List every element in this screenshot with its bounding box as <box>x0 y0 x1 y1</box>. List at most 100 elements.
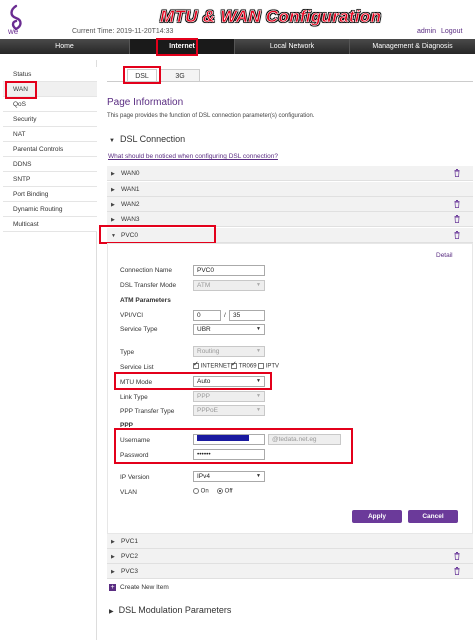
service-list-label: Service List <box>120 364 154 371</box>
ip-version-select[interactable]: IPv4 ▼ <box>193 471 265 482</box>
trash-icon[interactable] <box>454 231 460 239</box>
dropdown-arrow-icon: ▼ <box>256 407 261 413</box>
connection-name-label: Connection Name <box>120 267 173 274</box>
plus-icon: + <box>109 584 116 591</box>
sidebar-item-sntp[interactable]: SNTP <box>3 172 97 187</box>
dsl-mode-value: ATM <box>197 282 211 289</box>
sidebar-item-nat[interactable]: NAT <box>3 127 97 142</box>
main-nav: Home Internet Local Network Management &… <box>0 39 475 54</box>
wan-highlight-box <box>5 81 37 99</box>
sidebar-item-status[interactable]: Status <box>3 67 97 82</box>
list-row-pvc2[interactable]: ▶ PVC2 <box>107 549 473 564</box>
nav-local-network[interactable]: Local Network <box>235 39 350 54</box>
trash-icon[interactable] <box>454 567 460 575</box>
dsl-mode-label: DSL Transfer Mode <box>120 282 177 289</box>
nav-management[interactable]: Management & Diagnosis <box>350 39 475 54</box>
logo-text: we <box>8 27 19 36</box>
connection-name-input[interactable]: PVC0 <box>193 265 265 276</box>
list-row-wan1[interactable]: ▶ WAN1 <box>107 182 473 197</box>
detail-link[interactable]: Detail <box>436 252 453 259</box>
sidebar-item-multicast[interactable]: Multicast <box>3 217 97 232</box>
row-label: WAN0 <box>121 170 140 177</box>
link-type-value: PPP <box>197 393 211 400</box>
row-label: WAN2 <box>121 201 140 208</box>
caret-right-icon: ▶ <box>111 569 115 575</box>
atm-parameters-head: ATM Parameters <box>120 297 171 304</box>
radio-label: On <box>200 488 209 495</box>
dsl-mode-select[interactable]: ATM ▼ <box>193 280 265 291</box>
checkbox-empty-icon <box>258 363 264 369</box>
checkbox-label: INTERNET <box>200 363 231 370</box>
vlan-off-radio[interactable]: Off <box>217 488 233 495</box>
service-type-value: UBR <box>197 326 211 333</box>
type-label: Type <box>120 349 135 356</box>
dsl-tab-highlight-box <box>123 66 161 84</box>
link-type-select[interactable]: PPP ▼ <box>193 391 265 402</box>
list-row-pvc3[interactable]: ▶ PVC3 <box>107 564 473 579</box>
create-new-item-button[interactable]: + Create New Item <box>109 584 169 591</box>
type-select[interactable]: Routing ▼ <box>193 346 265 357</box>
expand-right-icon: ▶ <box>109 609 114 615</box>
apply-button[interactable]: Apply <box>352 510 402 523</box>
dsl-modulation-title: DSL Modulation Parameters <box>118 605 232 615</box>
trash-icon[interactable] <box>454 215 460 223</box>
sidebar-item-parental-controls[interactable]: Parental Controls <box>3 142 97 157</box>
dsl-connection-header[interactable]: ▼ DSL Connection <box>109 134 185 144</box>
checkbox-label: TR069 <box>238 363 257 370</box>
trash-icon[interactable] <box>454 169 460 177</box>
trash-icon[interactable] <box>454 200 460 208</box>
dropdown-arrow-icon: ▼ <box>256 326 261 332</box>
service-iptv-checkbox[interactable]: IPTV <box>258 363 279 370</box>
ppp-transfer-select[interactable]: PPPoE ▼ <box>193 405 265 416</box>
dsl-connection-title: DSL Connection <box>119 134 186 144</box>
dropdown-arrow-icon: ▼ <box>256 393 261 399</box>
caret-right-icon: ▶ <box>111 539 115 545</box>
service-type-label: Service Type <box>120 326 158 333</box>
list-row-wan2[interactable]: ▶ WAN2 <box>107 197 473 212</box>
vlan-on-radio[interactable]: On <box>193 488 209 495</box>
sidebar-item-security[interactable]: Security <box>3 112 97 127</box>
expand-down-icon: ▼ <box>109 138 115 144</box>
mtu-mode-highlight-box <box>114 372 272 390</box>
sidebar-item-ddns[interactable]: DDNS <box>3 157 97 172</box>
row-label: PVC1 <box>121 538 138 545</box>
radio-label: Off <box>224 488 233 495</box>
nav-home[interactable]: Home <box>0 39 130 54</box>
sidebar-item-dynamic-routing[interactable]: Dynamic Routing <box>3 202 97 217</box>
row-label: WAN1 <box>121 186 140 193</box>
vpi-vci-separator: / <box>224 312 226 319</box>
user-link[interactable]: admin <box>417 28 436 35</box>
notice-link[interactable]: What should be noticed when configuring … <box>108 153 278 160</box>
caret-right-icon: ▶ <box>111 187 115 193</box>
sidebar-item-port-binding[interactable]: Port Binding <box>3 187 97 202</box>
checkbox-checked-icon <box>193 360 199 369</box>
create-new-label: Create New Item <box>120 584 169 592</box>
vpi-vci-label: VPI/VCI <box>120 312 144 319</box>
vpi-input[interactable]: 0 <box>193 310 221 321</box>
list-row-wan0[interactable]: ▶ WAN0 <box>107 166 473 181</box>
row-label: PVC3 <box>121 568 138 575</box>
dropdown-arrow-icon: ▼ <box>256 282 261 288</box>
current-time: Current Time: 2019-11-20T14:33 <box>72 28 174 35</box>
sidebar-item-qos[interactable]: QoS <box>3 97 97 112</box>
logout-link[interactable]: Logout <box>441 28 462 35</box>
trash-icon[interactable] <box>454 552 460 560</box>
header: we Current Time: 2019-11-20T14:33 MTU & … <box>0 0 475 38</box>
vlan-label: VLAN <box>120 489 137 496</box>
radio-empty-icon <box>193 488 199 494</box>
service-type-select[interactable]: UBR ▼ <box>193 324 265 335</box>
pvc0-highlight-box <box>99 225 216 244</box>
ip-version-label: IP Version <box>120 474 150 481</box>
caret-right-icon: ▶ <box>111 171 115 177</box>
dropdown-arrow-icon: ▼ <box>256 348 261 354</box>
list-row-pvc1[interactable]: ▶ PVC1 <box>107 534 473 549</box>
service-internet-checkbox[interactable]: INTERNET <box>193 360 231 370</box>
row-label: PVC2 <box>121 553 138 560</box>
cancel-button[interactable]: Cancel <box>408 510 458 523</box>
service-tr069-checkbox[interactable]: TR069 <box>231 360 257 370</box>
ppp-credentials-highlight-box <box>114 428 353 464</box>
dsl-modulation-header[interactable]: ▶ DSL Modulation Parameters <box>109 605 231 615</box>
ip-version-value: IPv4 <box>197 473 211 480</box>
vci-input[interactable]: 35 <box>229 310 265 321</box>
ppp-transfer-label: PPP Transfer Type <box>120 408 175 415</box>
